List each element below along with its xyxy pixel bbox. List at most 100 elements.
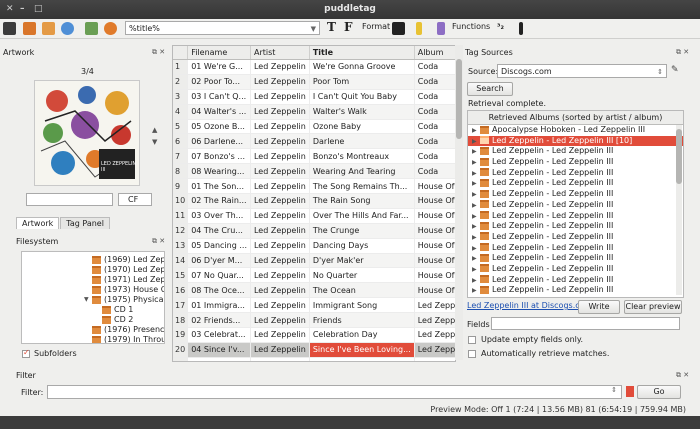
cell-artist[interactable]: Led Zeppelin bbox=[250, 297, 310, 314]
cell-artist[interactable]: Led Zeppelin bbox=[250, 74, 310, 90]
cell-artist[interactable]: Led Zeppelin bbox=[250, 59, 310, 75]
fields-input[interactable] bbox=[491, 317, 680, 330]
maximize-window-icon[interactable]: □ bbox=[34, 0, 43, 19]
column-header[interactable]: Artist bbox=[250, 46, 310, 60]
cell-album[interactable]: Led Zeppel... bbox=[414, 327, 455, 343]
tag-sources-dock-icon[interactable]: ⧉ ✕ bbox=[676, 48, 689, 57]
column-header[interactable]: Album bbox=[414, 46, 455, 60]
cell-artist[interactable]: Led Zeppelin bbox=[250, 119, 310, 135]
cell-filename[interactable]: 05 Dancing ... bbox=[187, 238, 251, 254]
album-item[interactable]: ▶ Led Zeppelin - Led Zeppelin III bbox=[468, 264, 683, 275]
cell-filename[interactable]: 08 Wearing... bbox=[187, 163, 251, 180]
cell-title[interactable]: I Can't Quit You Baby bbox=[309, 89, 415, 105]
cell-artist[interactable]: Led Zeppelin bbox=[250, 282, 310, 299]
table-row[interactable]: 10 02 The Rain... Led Zeppelin The Rain Son… bbox=[173, 193, 455, 209]
separator-icon[interactable] bbox=[519, 22, 523, 35]
cell-title[interactable]: Walter's Walk bbox=[309, 104, 415, 120]
cell-title[interactable]: Friends bbox=[309, 312, 415, 329]
cell-filename[interactable]: 04 Since I'v... bbox=[187, 342, 251, 358]
table-row[interactable]: 14 06 D'yer M... Led Zeppelin D'yer Mak'er H… bbox=[173, 253, 455, 269]
numbering-button[interactable]: ³₂ bbox=[497, 22, 504, 31]
search-button[interactable]: Search bbox=[467, 82, 513, 96]
table-row[interactable]: 17 01 Immigra... Led Zeppelin Immigrant Son… bbox=[173, 297, 455, 314]
cell-title[interactable]: Over The Hills And Far... bbox=[309, 208, 415, 224]
undo-icon[interactable] bbox=[104, 22, 117, 35]
cell-artist[interactable]: Led Zeppelin bbox=[250, 178, 310, 195]
chevron-down-icon[interactable]: ▼ bbox=[311, 22, 316, 36]
cell-album[interactable]: Led Zeppel... bbox=[414, 342, 455, 358]
actions-icon[interactable] bbox=[416, 22, 422, 35]
cell-filename[interactable]: 03 I Can't Q... bbox=[187, 89, 251, 105]
cell-title[interactable]: Darlene bbox=[309, 133, 415, 150]
cell-album[interactable]: Coda bbox=[414, 89, 455, 105]
table-row[interactable]: 5 05 Ozone B... Led Zeppelin Ozone Baby Coda… bbox=[173, 119, 455, 135]
expand-arrow-icon[interactable]: ▶ bbox=[472, 233, 480, 244]
cell-album[interactable]: House Of T... bbox=[414, 178, 455, 195]
update-empty-checkbox[interactable] bbox=[468, 336, 476, 344]
cell-album[interactable]: Coda bbox=[414, 148, 455, 165]
table-row[interactable]: 7 07 Bonzo's ... Led Zeppelin Bonzo's Montr… bbox=[173, 148, 455, 165]
write-button[interactable]: Write bbox=[578, 300, 620, 314]
retrieved-albums-tree[interactable]: Retrieved Albums (sorted by artist / alb… bbox=[467, 110, 684, 298]
album-item[interactable]: ▶ Led Zeppelin - Led Zeppelin III bbox=[468, 178, 683, 189]
album-item[interactable]: ▶ Led Zeppelin - Led Zeppelin III bbox=[468, 189, 683, 200]
cell-filename[interactable]: 08 The Oce... bbox=[187, 282, 251, 299]
cell-title[interactable]: The Ocean bbox=[309, 282, 415, 299]
table-row[interactable]: 4 04 Walter's ... Led Zeppelin Walter's Wal… bbox=[173, 104, 455, 120]
cell-album[interactable]: Coda bbox=[414, 104, 455, 120]
cell-title[interactable]: Bonzo's Montreaux bbox=[309, 148, 415, 165]
cell-artist[interactable]: Led Zeppelin bbox=[250, 238, 310, 254]
arrow-down-icon[interactable]: ▼ bbox=[152, 138, 157, 146]
table-row[interactable]: 606 Darlene...Led ZeppelinDarleneCodaB2 bbox=[173, 133, 455, 150]
cell-filename[interactable]: 01 Immigra... bbox=[187, 297, 251, 314]
cell-artist[interactable]: Led Zeppelin bbox=[250, 253, 310, 269]
functions-button[interactable]: Functions bbox=[452, 22, 490, 31]
chevron-updown-icon[interactable]: ⇕ bbox=[657, 65, 663, 79]
go-button[interactable]: Go bbox=[637, 385, 681, 399]
cell-album[interactable]: House Of T... bbox=[414, 208, 455, 224]
cell-artist[interactable]: Led Zeppelin bbox=[250, 148, 310, 165]
cell-album[interactable]: Led Zeppel... bbox=[414, 297, 455, 314]
cell-artist[interactable]: Led Zeppelin bbox=[250, 357, 310, 361]
table-row[interactable]: 8 08 Wearing... Led Zeppelin Wearing And Te… bbox=[173, 163, 455, 180]
cell-artist[interactable]: Led Zeppelin bbox=[250, 193, 310, 209]
expand-arrow-icon[interactable]: ▼ bbox=[84, 294, 89, 305]
cell-filename[interactable]: 06 Darlene... bbox=[187, 133, 251, 150]
format-icon[interactable] bbox=[392, 22, 405, 35]
cell-filename[interactable]: 01 The Son... bbox=[187, 178, 251, 195]
cell-artist[interactable]: Led Zeppelin bbox=[250, 312, 310, 329]
artwork-description-input[interactable] bbox=[26, 193, 113, 206]
save-icon[interactable] bbox=[85, 22, 98, 35]
cell-title[interactable]: Dancing Days bbox=[309, 238, 415, 254]
auto-retrieve-checkbox[interactable] bbox=[468, 350, 476, 358]
album-item[interactable]: ▶ Led Zeppelin - Led Zeppelin III bbox=[468, 232, 683, 243]
file-table[interactable]: FilenameArtistTitleAlbumTrack 101 We're … bbox=[172, 45, 456, 362]
table-row[interactable]: 2105 Out On ...Led ZeppelinOut On The Ti… bbox=[173, 357, 455, 361]
cell-artist[interactable]: Led Zeppelin bbox=[250, 133, 310, 150]
cell-filename[interactable]: 03 Over Th... bbox=[187, 208, 251, 224]
close-window-icon[interactable]: ✕ bbox=[6, 0, 14, 19]
cell-filename[interactable]: 06 D'yer M... bbox=[187, 253, 251, 269]
table-row[interactable]: 19 03 Celebrat... Led Zeppelin Celebration … bbox=[173, 327, 455, 343]
table-row[interactable]: 20 04 Since I'v... Led Zeppelin Since I've … bbox=[173, 342, 455, 358]
cell-filename[interactable]: 02 Poor To... bbox=[187, 74, 251, 90]
cell-title[interactable]: Since I've Been Loving... bbox=[309, 342, 415, 358]
cell-album[interactable]: Led Zeppel... bbox=[414, 357, 455, 361]
cell-filename[interactable]: 03 Celebrat... bbox=[187, 327, 251, 343]
cell-filename[interactable]: 01 We're G... bbox=[187, 59, 251, 75]
album-item[interactable]: ▶ Led Zeppelin - Led Zeppelin III bbox=[468, 275, 683, 286]
album-item[interactable]: ▶ Led Zeppelin - Led Zeppelin III bbox=[468, 221, 683, 232]
add-folder-icon[interactable] bbox=[42, 22, 55, 35]
tab-artwork[interactable]: Artwork bbox=[16, 217, 60, 229]
dock-buttons-icon[interactable]: ⧉ ✕ bbox=[152, 48, 165, 57]
cell-filename[interactable]: 02 The Rain... bbox=[187, 193, 251, 209]
column-header[interactable]: Title bbox=[309, 46, 415, 60]
cell-album[interactable]: Coda bbox=[414, 119, 455, 135]
cell-album[interactable]: House Of T... bbox=[414, 238, 455, 254]
cell-artist[interactable]: Led Zeppelin bbox=[250, 104, 310, 120]
album-item[interactable]: ▶ Led Zeppelin - Led Zeppelin III bbox=[468, 253, 683, 264]
table-row[interactable]: 12 04 The Cru... Led Zeppelin The Crunge Hou… bbox=[173, 223, 455, 239]
cell-album[interactable]: House Of T... bbox=[414, 223, 455, 239]
album-item[interactable]: ▶ Led Zeppelin - Led Zeppelin III bbox=[468, 243, 683, 254]
cell-title[interactable]: Wearing And Tearing bbox=[309, 163, 415, 180]
